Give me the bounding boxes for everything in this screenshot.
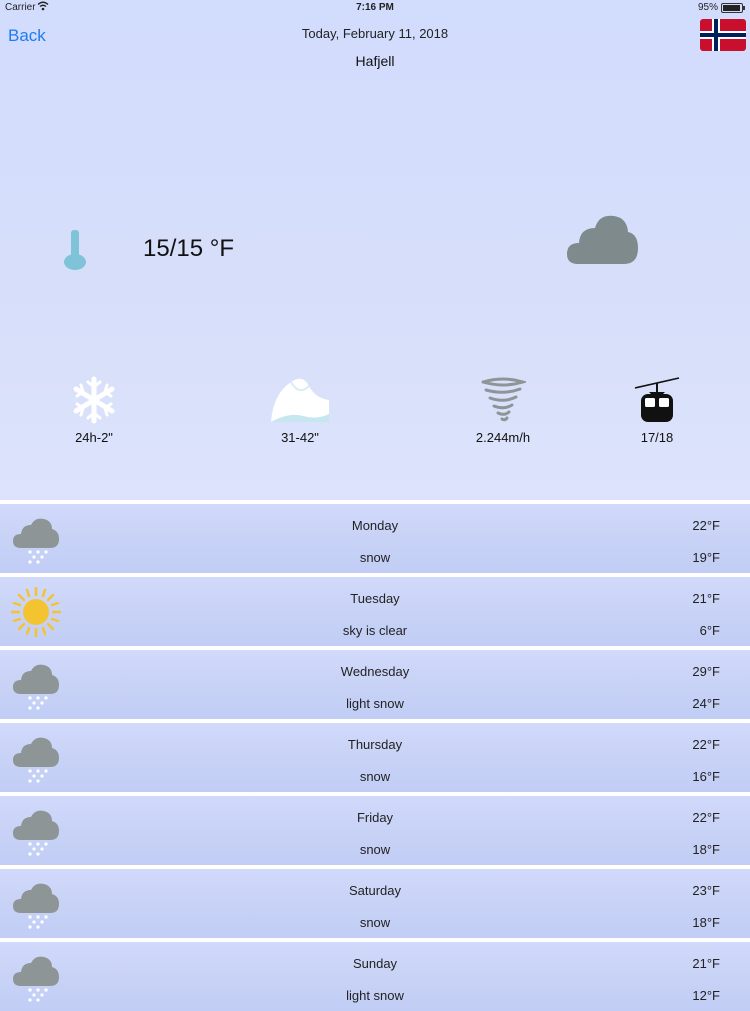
snowflake-icon [73,376,115,424]
snowfall-24h-label: 24h-2" [75,430,113,445]
forecast-row-sunday[interactable]: Sunday light snow 21°F 12°F [0,942,750,1011]
forecast-row-tuesday[interactable]: Tuesday sky is clear 21°F 6°F [0,577,750,646]
current-conditions-panel: Carrier 7:16 PM 95% Back Today, February… [0,0,750,500]
tornado-icon [481,377,526,422]
forecast-high: 21°F [692,956,720,971]
forecast-description: sky is clear [342,623,408,638]
battery-icon [721,3,745,13]
lifts-open-label: 17/18 [640,430,674,445]
forecast-day: Tuesday [350,591,400,606]
forecast-high: 29°F [692,664,720,679]
forecast-low: 18°F [692,842,720,857]
snow-drift-icon [271,378,329,422]
snow-depth-stat: 31-42" [240,376,360,445]
wind-speed-label: 2.244m/h [475,430,531,445]
gondola-icon [634,377,680,422]
cloud-icon [567,215,638,264]
forecast-low: 24°F [692,696,720,711]
forecast-description: light snow [346,696,404,711]
forecast-low: 18°F [692,915,720,930]
lifts-open-stat: 17/18 [597,376,717,445]
battery-percent: 95% [697,2,718,13]
status-bar: Carrier 7:16 PM 95% [0,0,750,16]
forecast-description: snow [359,769,391,784]
thermometer-icon [64,230,86,270]
forecast-high: 21°F [692,591,720,606]
forecast-description: snow [359,550,391,565]
forecast-row-wednesday[interactable]: Wednesday light snow 29°F 24°F [0,650,750,719]
snow-depth-label: 31-42" [281,430,319,445]
forecast-low: 16°F [692,769,720,784]
forecast-description: light snow [346,988,404,1003]
forecast-day: Wednesday [340,664,410,679]
forecast-row-saturday[interactable]: Saturday snow 23°F 18°F [0,869,750,938]
forecast-day: Friday [356,810,394,825]
forecast-low: 19°F [692,550,720,565]
forecast-high: 22°F [692,737,720,752]
forecast-low: 12°F [692,988,720,1003]
wind-stat: 2.244m/h [443,376,563,445]
forecast-description: snow [359,842,391,857]
status-time: 7:16 PM [356,2,394,13]
forecast-high: 23°F [692,883,720,898]
forecast-day: Thursday [347,737,403,752]
forecast-day: Sunday [352,956,398,971]
date-label: Today, February 11, 2018 [301,26,449,41]
forecast-low: 6°F [699,623,720,638]
norway-flag-icon[interactable] [700,19,746,51]
forecast-row-monday[interactable]: Monday snow 22°F 19°F [0,504,750,573]
forecast-row-thursday[interactable]: Thursday snow 22°F 16°F [0,723,750,792]
forecast-high: 22°F [692,518,720,533]
forecast-day: Saturday [348,883,402,898]
current-temperature: 15/15 °F [143,235,234,262]
resort-name: Hafjell [355,53,395,69]
forecast-description: snow [359,915,391,930]
forecast-high: 22°F [692,810,720,825]
forecast-day: Monday [351,518,399,533]
snowfall-24h-stat: 24h-2" [34,376,154,445]
forecast-row-friday[interactable]: Friday snow 22°F 18°F [0,796,750,865]
